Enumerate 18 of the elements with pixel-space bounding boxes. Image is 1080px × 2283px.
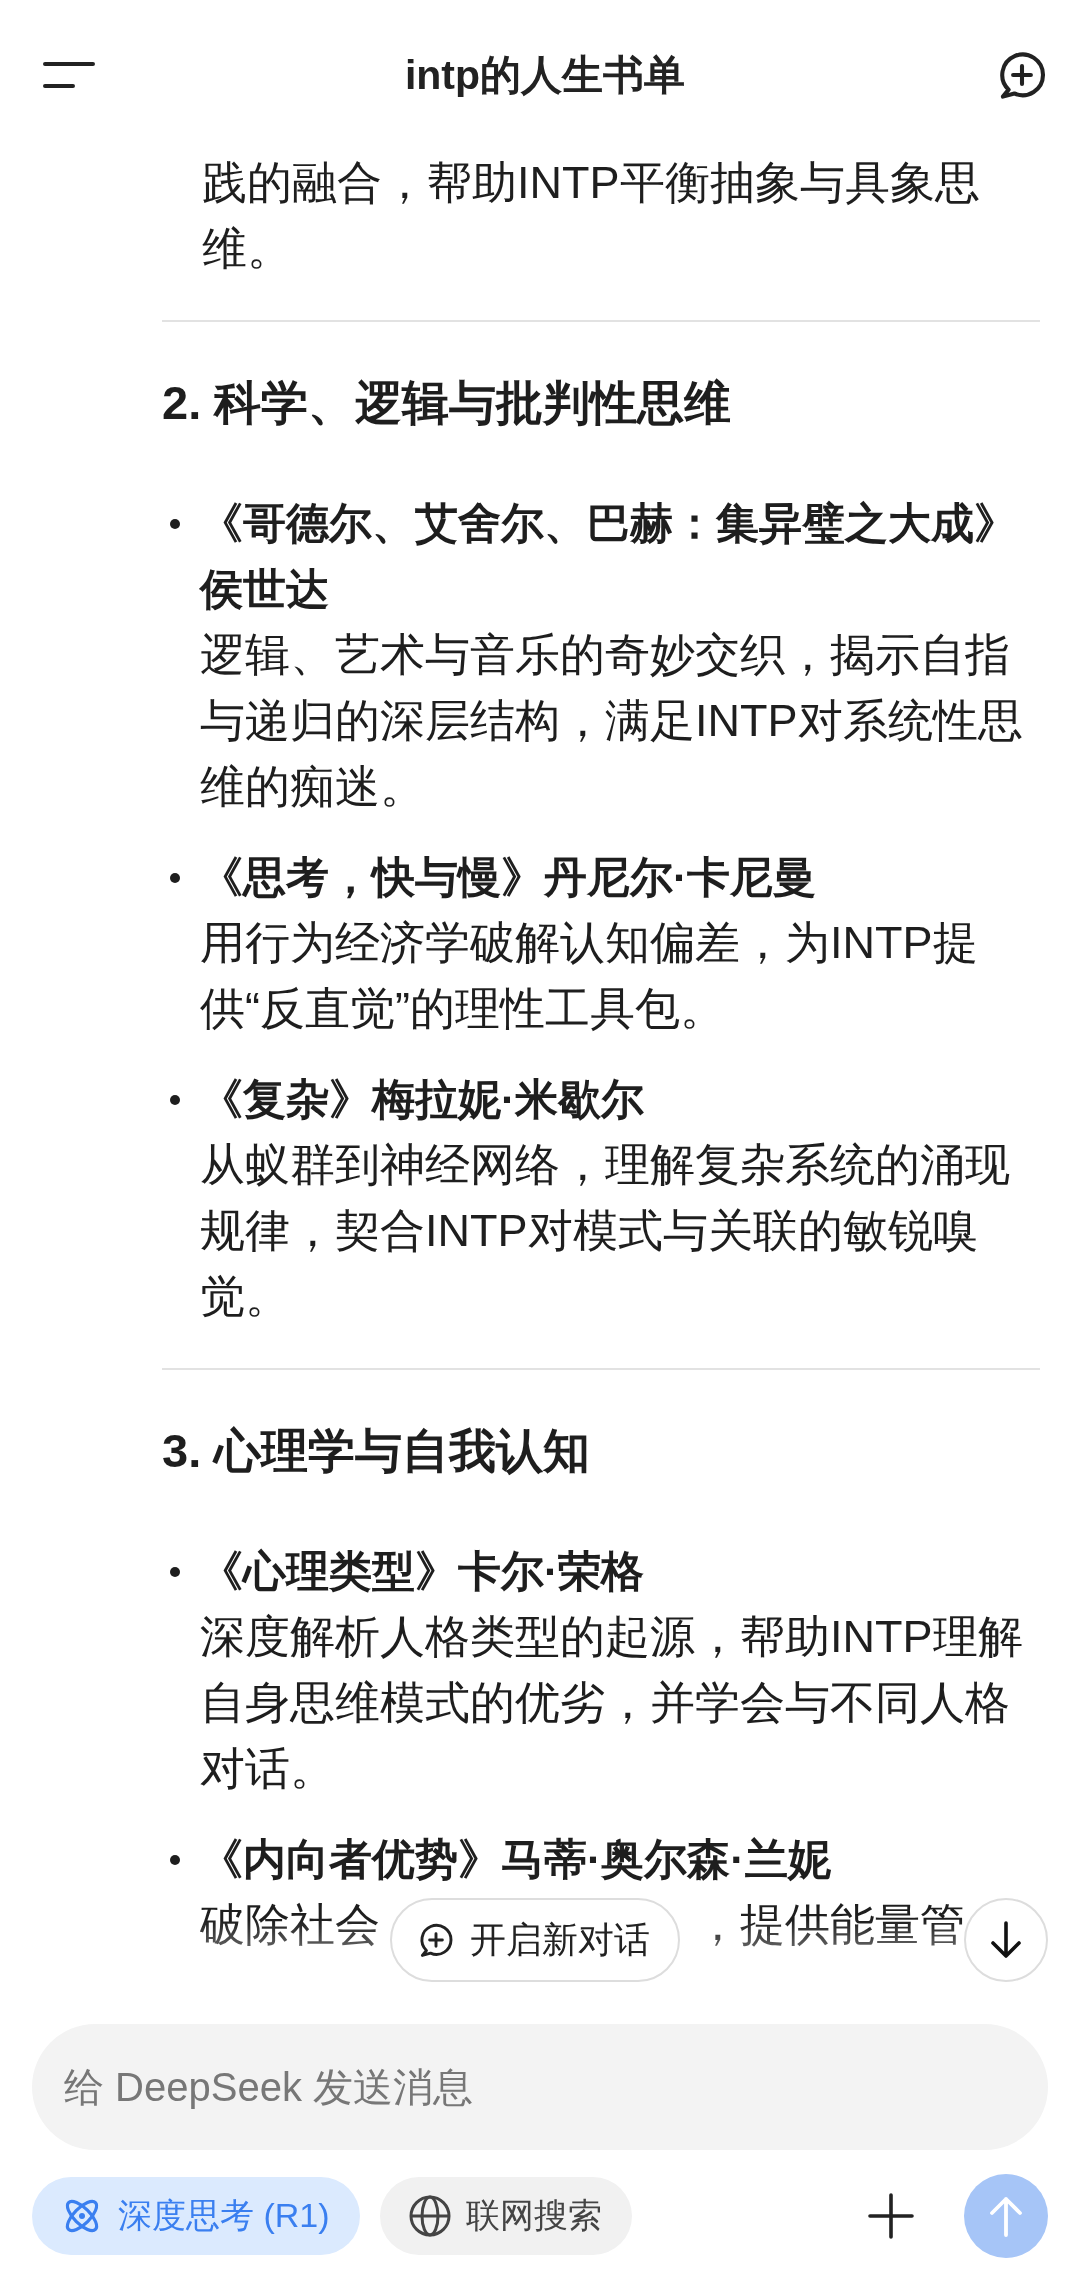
book-description: 用行为经济学破解认知偏差，为INTP提供“反直觉”的理性工具包。: [200, 916, 979, 1036]
book-title: 《内向者优势》马蒂·奥尔森·兰妮: [200, 1834, 832, 1885]
paragraph: 践的融合，帮助INTP平衡抽象与具象思维。: [201, 156, 981, 276]
section-heading: 2. 科学、逻辑与批判性思维: [162, 375, 733, 431]
book-description: 深度解析人格类型的起源，帮助INTP理解自身思维模式的优劣，并学会与不同人格对话。: [200, 1610, 1024, 1796]
chat-title: intp的人生书单: [404, 50, 686, 100]
message-input[interactable]: 给 DeepSeek 发送消息: [32, 2024, 1048, 2150]
new-chat-button[interactable]: 开启新对话: [390, 1898, 680, 1982]
book-description: 逻辑、艺术与音乐的奇妙交织，揭示自指与递归的深层结构，满足INTP对系统性思维的痴迷。: [200, 628, 1024, 814]
book-title: 《哥德尔、艾舍尔、巴赫：集异璧之大成》侯世达: [200, 498, 1018, 615]
book-title: 《思考，快与慢》丹尼尔·卡尼曼: [200, 852, 818, 903]
book-description: ，提供能量管: [695, 1898, 965, 1952]
toggle-button[interactable]: 联网搜索: [379, 2177, 632, 2255]
book-description: 破除社会: [200, 1898, 380, 1952]
book-description: 从蚁群到神经网络，理解复杂系统的涌现规律，契合INTP对模式与关联的敏锐嗅觉。: [200, 1138, 1011, 1324]
book-title: 《心理类型》卡尔·荣格: [200, 1546, 646, 1597]
book-title: 《复杂》梅拉妮·米歇尔: [200, 1074, 646, 1125]
section-heading: 3. 心理学与自我认知: [162, 1423, 592, 1479]
